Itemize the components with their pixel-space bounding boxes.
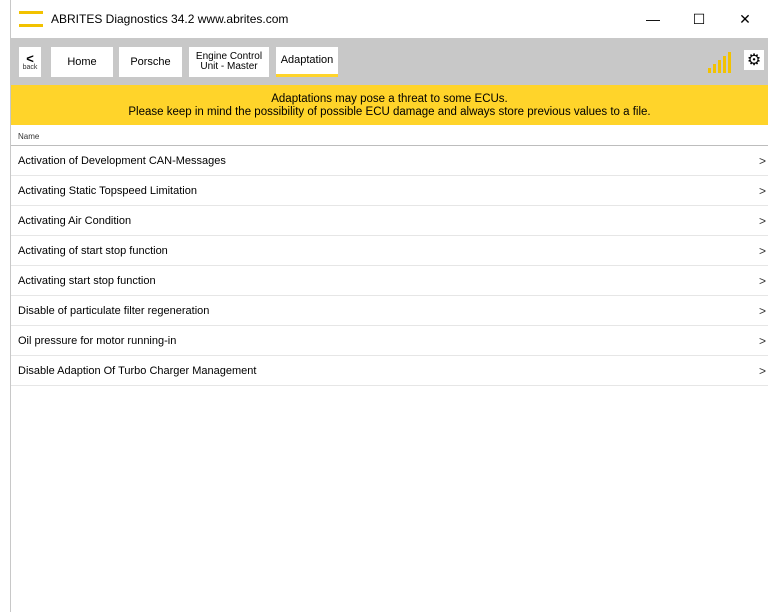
gear-icon[interactable]: ⚙ [744, 50, 764, 70]
list-item[interactable]: Activating start stop function > [11, 266, 768, 296]
list-item-label: Disable of particulate filter regenerati… [18, 304, 210, 317]
list-item[interactable]: Disable of particulate filter regenerati… [11, 296, 768, 326]
warning-line-2: Please keep in mind the possibility of p… [128, 106, 651, 118]
list-item[interactable]: Activating of start stop function > [11, 236, 768, 266]
list-item[interactable]: Oil pressure for motor running-in > [11, 326, 768, 356]
close-button[interactable]: ✕ [722, 0, 768, 38]
column-header-name: Name [18, 132, 40, 141]
list-item-label: Oil pressure for motor running-in [18, 334, 177, 347]
title-bar: ABRITES Diagnostics 34.2 www.abrites.com… [11, 0, 768, 38]
list-item-label: Activating Static Topspeed Limitation [18, 184, 197, 197]
breadcrumb-adaptation[interactable]: Adaptation [276, 47, 338, 77]
list-item[interactable]: Disable Adaption Of Turbo Charger Manage… [11, 356, 768, 386]
navigation-toolbar: < back Home Porsche Engine Control Unit … [11, 38, 768, 85]
back-chevron-icon: < [26, 50, 34, 66]
list-item[interactable]: Activation of Development CAN-Messages > [11, 146, 768, 176]
maximize-button[interactable]: ☐ [676, 0, 722, 38]
chevron-right-icon: > [758, 364, 766, 378]
signal-strength-icon [708, 49, 740, 73]
chevron-right-icon: > [758, 304, 766, 318]
chevron-right-icon: > [758, 244, 766, 258]
window-controls: — ☐ ✕ [630, 0, 768, 38]
window-title: ABRITES Diagnostics 34.2 www.abrites.com [51, 12, 289, 26]
list-item[interactable]: Activating Air Condition > [11, 206, 768, 236]
minimize-button[interactable]: — [630, 0, 676, 38]
breadcrumb-home[interactable]: Home [51, 47, 113, 77]
breadcrumb-porsche[interactable]: Porsche [119, 47, 182, 77]
warning-banner: Adaptations may pose a threat to some EC… [11, 85, 768, 125]
list-item-label: Activation of Development CAN-Messages [18, 154, 226, 167]
back-button[interactable]: < back [19, 47, 41, 77]
ecu-label-line2: Unit - Master [200, 61, 258, 72]
list-item-label: Activating of start stop function [18, 244, 168, 257]
chevron-right-icon: > [758, 334, 766, 348]
list-item-label: Activating Air Condition [18, 214, 132, 227]
adaptation-list: Activation of Development CAN-Messages >… [11, 146, 768, 386]
chevron-right-icon: > [758, 274, 766, 288]
back-label: back [22, 63, 38, 71]
app-window: ABRITES Diagnostics 34.2 www.abrites.com… [0, 0, 768, 612]
chevron-right-icon: > [758, 214, 766, 228]
chevron-right-icon: > [758, 154, 766, 168]
list-item-label: Activating start stop function [18, 274, 156, 287]
chevron-right-icon: > [758, 184, 766, 198]
list-item-label: Disable Adaption Of Turbo Charger Manage… [18, 364, 257, 377]
warning-line-1: Adaptations may pose a threat to some EC… [271, 93, 508, 105]
abrites-logo-icon [19, 11, 43, 27]
breadcrumb-engine-control-unit[interactable]: Engine Control Unit - Master [189, 47, 269, 77]
list-item[interactable]: Activating Static Topspeed Limitation > [11, 176, 768, 206]
